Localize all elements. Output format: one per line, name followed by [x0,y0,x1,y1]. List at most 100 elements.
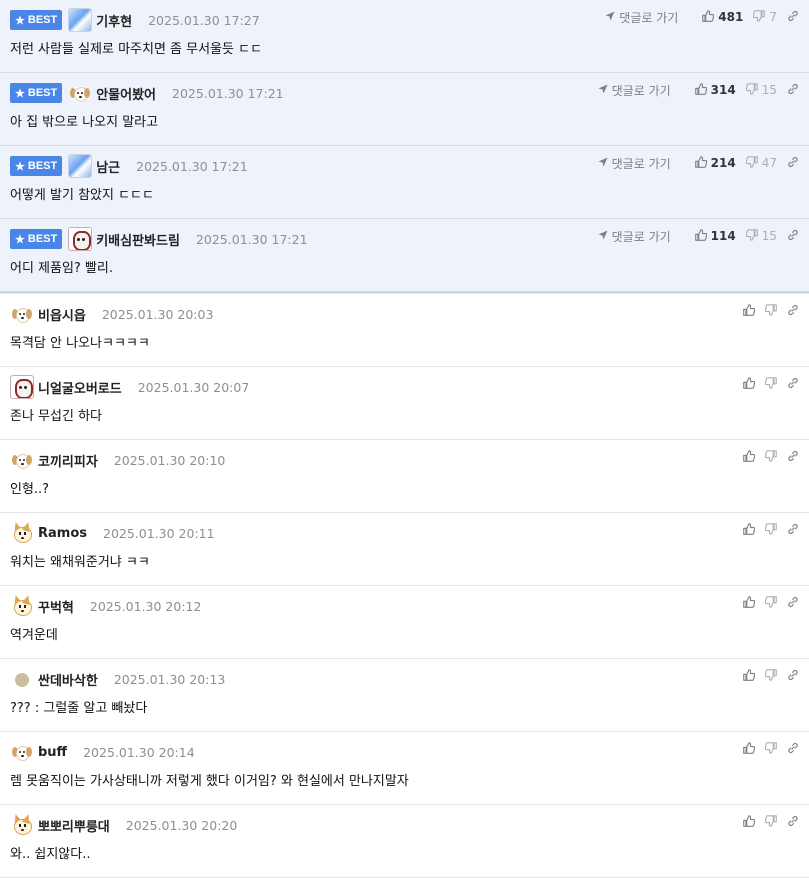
upvote-button[interactable] [743,449,756,465]
upvote-button[interactable]: 114 [694,228,736,244]
goto-comment-link[interactable]: 댓글로 가기 [598,82,671,99]
comment-author[interactable]: buff [38,745,67,760]
comment-author[interactable]: Ramos [38,526,87,541]
comment-header: 뽀뽀리뿌릉대 2025.01.30 20:20 [10,813,237,837]
goto-comment-link[interactable]: 댓글로 가기 [605,9,678,26]
copy-link-button[interactable] [787,669,799,684]
comment-date: 2025.01.30 20:07 [137,379,250,395]
downvote-button[interactable] [764,376,777,392]
red-avatar[interactable] [68,227,93,251]
downvote-button[interactable] [764,814,777,830]
upvote-button[interactable]: 481 [702,9,744,25]
downvote-button[interactable] [764,668,777,684]
upvote-button[interactable]: 214 [694,155,736,171]
comment-author[interactable]: 코끼리피자 [38,451,98,470]
best-comment: ★ BEST 기후현 2025.01.30 17:27 저런 사람들 실제로 마주… [0,0,809,73]
thumbs-up-svg [743,741,756,754]
dog-avatar[interactable] [10,740,34,764]
upvote-button[interactable] [743,303,756,319]
upvote-button[interactable]: 314 [694,82,736,98]
goto-comment-link[interactable]: 댓글로 가기 [598,228,671,245]
thumbs-down-svg [745,228,758,241]
link-svg [788,304,798,315]
comment-text: 존나 무섭긴 하다 [10,409,102,424]
fox-avatar[interactable] [10,521,34,545]
downvote-button[interactable] [764,741,777,757]
star-icon: ★ [15,87,25,100]
goto-comment-link[interactable]: 댓글로 가기 [598,155,671,172]
downvote-button[interactable]: 15 [745,82,777,98]
downvote-button[interactable]: 47 [745,155,777,171]
comment-text: 목격담 안 나오나ㅋㅋㅋㅋ [10,336,150,351]
comment: 뽀뽀리뿌릉대 2025.01.30 20:20 와.. 쉽지않다.. [0,805,809,878]
comment-author[interactable]: 안물어봤어 [96,84,156,103]
red-avatar[interactable] [10,375,34,399]
comment-author[interactable]: 싼데바삭한 [38,670,98,689]
comment-author[interactable]: 비읍시읍 [38,305,86,324]
upvote-button[interactable] [743,741,756,757]
comment-author[interactable]: 니얼굴오버로드 [38,378,122,397]
downvote-button[interactable] [764,522,777,538]
copy-link-button[interactable] [787,450,799,465]
copy-link-button[interactable] [787,156,799,171]
comment-actions: 댓글로 가기 214 47 [598,154,799,172]
thumbs-up-icon [743,814,756,830]
downvote-button[interactable] [764,449,777,465]
comment-header: 코끼리피자 2025.01.30 20:10 [10,448,225,472]
thumbs-up-icon [694,155,707,171]
comment-author[interactable]: 꾸벅혁 [38,597,74,616]
downvote-button[interactable]: 15 [745,228,777,244]
copy-link-button[interactable] [787,596,799,611]
link-svg [788,377,798,388]
comment-text: 와.. 쉽지않다.. [10,847,91,862]
copy-link-button[interactable] [787,83,799,98]
thumbs-down-icon [745,228,758,244]
upvote-count: 481 [718,10,744,24]
link-svg [788,83,798,94]
upvote-button[interactable] [743,814,756,830]
dog-avatar[interactable] [10,302,34,326]
upvote-button[interactable] [743,522,756,538]
photo-avatar[interactable] [68,154,93,178]
downvote-button[interactable]: 7 [753,9,777,25]
downvote-button[interactable] [764,595,777,611]
copy-link-button[interactable] [787,815,799,830]
fox-avatar[interactable] [10,813,34,837]
thumbs-up-svg [743,595,756,608]
best-badge: ★ BEST [10,83,63,103]
link-icon [787,523,799,538]
thumbs-down-svg [764,376,777,389]
comment: 싼데바삭한 2025.01.30 20:13 ??? : 그럴줄 알고 빼놨다 [0,659,809,732]
upvote-button[interactable] [743,595,756,611]
upvote-button[interactable] [743,376,756,392]
comment-date: 2025.01.30 20:10 [113,452,226,468]
photo-avatar[interactable] [68,8,93,32]
comment-author[interactable]: 뽀뽀리뿌릉대 [38,816,110,835]
copy-link-button[interactable] [787,10,799,25]
comment-actions [733,375,799,393]
thumbs-down-icon [764,668,777,684]
link-icon [787,229,799,244]
fox-avatar[interactable] [10,594,34,618]
dog-avatar[interactable] [10,448,34,472]
thumbs-up-icon [743,595,756,611]
thumbs-down-icon [764,814,777,830]
comment-actions [733,667,799,685]
copy-link-button[interactable] [787,377,799,392]
dog-avatar[interactable] [68,81,93,105]
copy-link-button[interactable] [787,304,799,319]
link-svg [788,742,798,753]
upvote-button[interactable] [743,668,756,684]
copy-link-button[interactable] [787,742,799,757]
comment-text: 워치는 왜채워준거냐 ㅋㅋ [10,555,150,570]
copy-link-button[interactable] [787,229,799,244]
link-icon [787,304,799,319]
arrow-icon [598,83,608,97]
copy-link-button[interactable] [787,523,799,538]
comment-author[interactable]: 남근 [96,157,120,176]
comment-author[interactable]: 기후현 [96,11,132,30]
comment-author[interactable]: 키배심판봐드림 [96,230,180,249]
comment-list: ★ BEST 기후현 2025.01.30 17:27 저런 사람들 실제로 마주… [0,0,809,878]
downvote-button[interactable] [764,303,777,319]
ball-avatar[interactable] [10,667,34,691]
